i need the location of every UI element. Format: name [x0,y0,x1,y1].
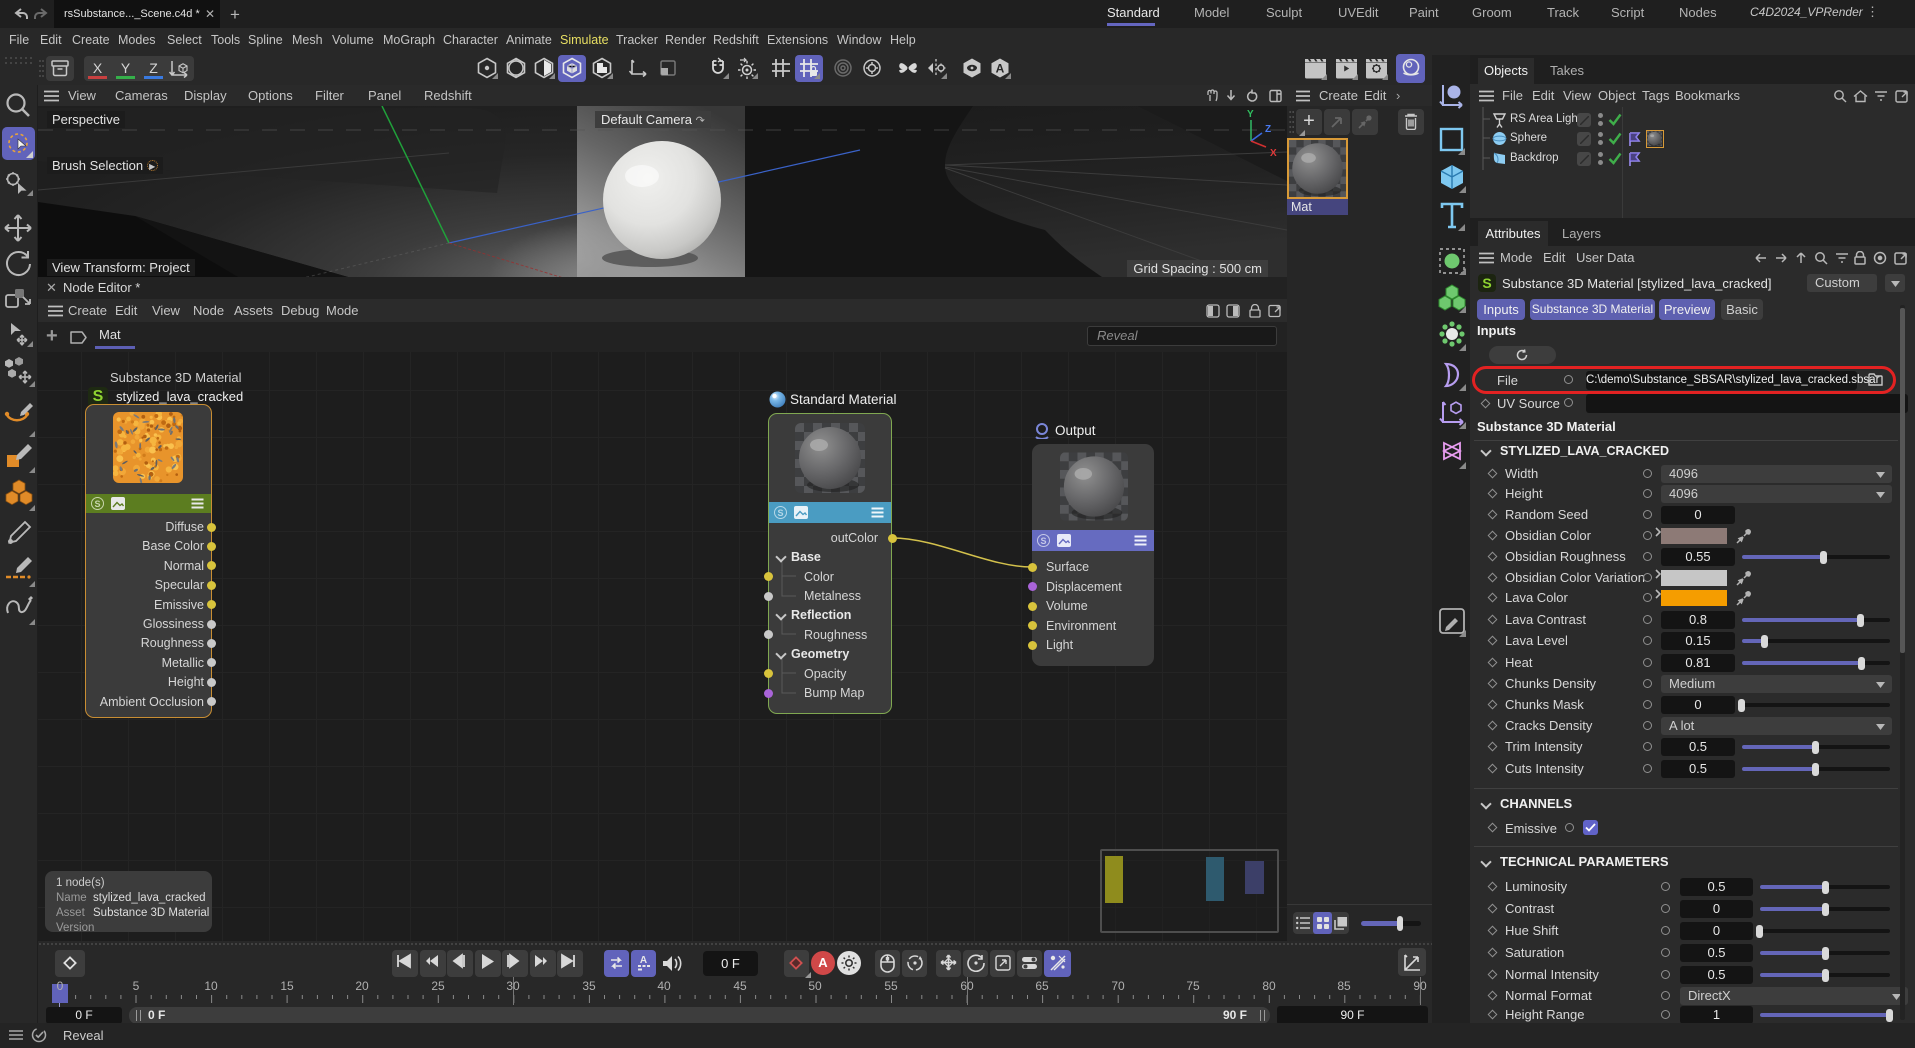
svg-text:A: A [640,955,647,966]
svg-text:Z: Z [1265,124,1271,135]
svg-text:A: A [996,62,1005,76]
svg-text:Y: Y [1247,109,1254,120]
svg-text:X: X [1270,148,1277,159]
